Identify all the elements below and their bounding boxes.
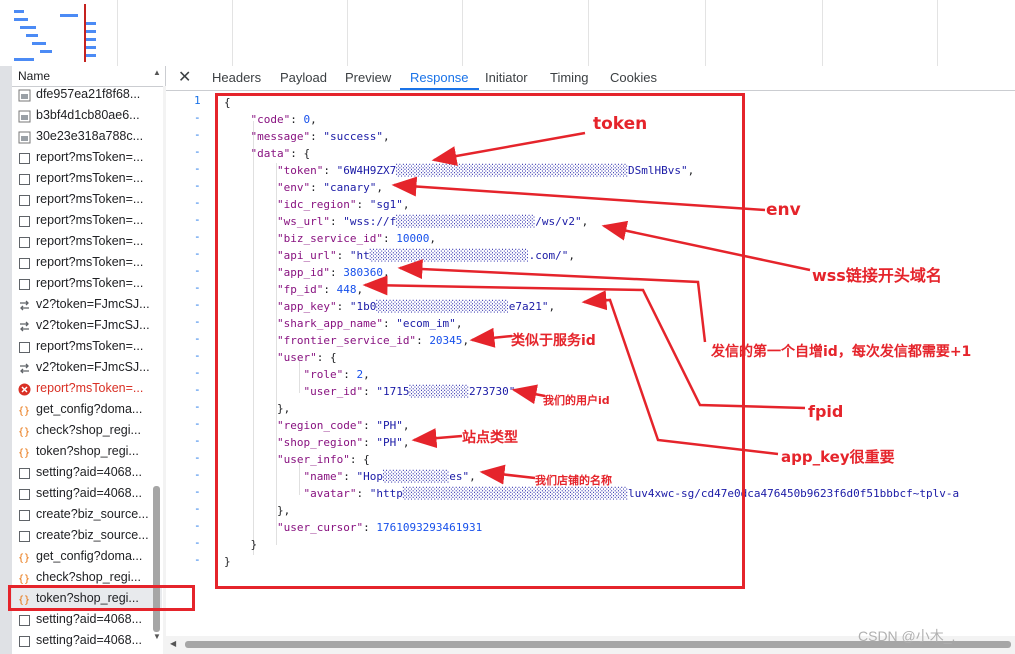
annotation-increment: 发信的第一个自增id，每次发信都需要+1 — [711, 344, 972, 360]
annotation-fpid: fpid — [808, 402, 844, 421]
arrow-shop-name — [479, 464, 536, 485]
arrow-token — [431, 131, 586, 166]
arrow-app-key — [581, 290, 779, 456]
annotation-wss: wss链接开头域名 — [812, 266, 942, 285]
arrow-site-type — [411, 428, 463, 449]
annotation-user-id: 我们的用户id — [543, 394, 610, 407]
annotation-arrows — [362, 131, 811, 485]
annotation-app-key: app_key很重要 — [781, 448, 895, 466]
annotation-shop-name: 我们店铺的名称 — [535, 474, 612, 487]
arrow-user-id — [511, 384, 546, 405]
watermark: CSDN @小木_. — [858, 628, 956, 644]
annotation-env: env — [766, 200, 801, 220]
annotation-site-type: 站点类型 — [462, 430, 518, 446]
arrow-wss — [601, 220, 811, 272]
annotation-token: token — [593, 114, 648, 134]
arrow-env — [391, 176, 766, 212]
arrow-service-id — [469, 327, 513, 348]
annotation-service-id: 类似于服务id — [511, 333, 596, 349]
